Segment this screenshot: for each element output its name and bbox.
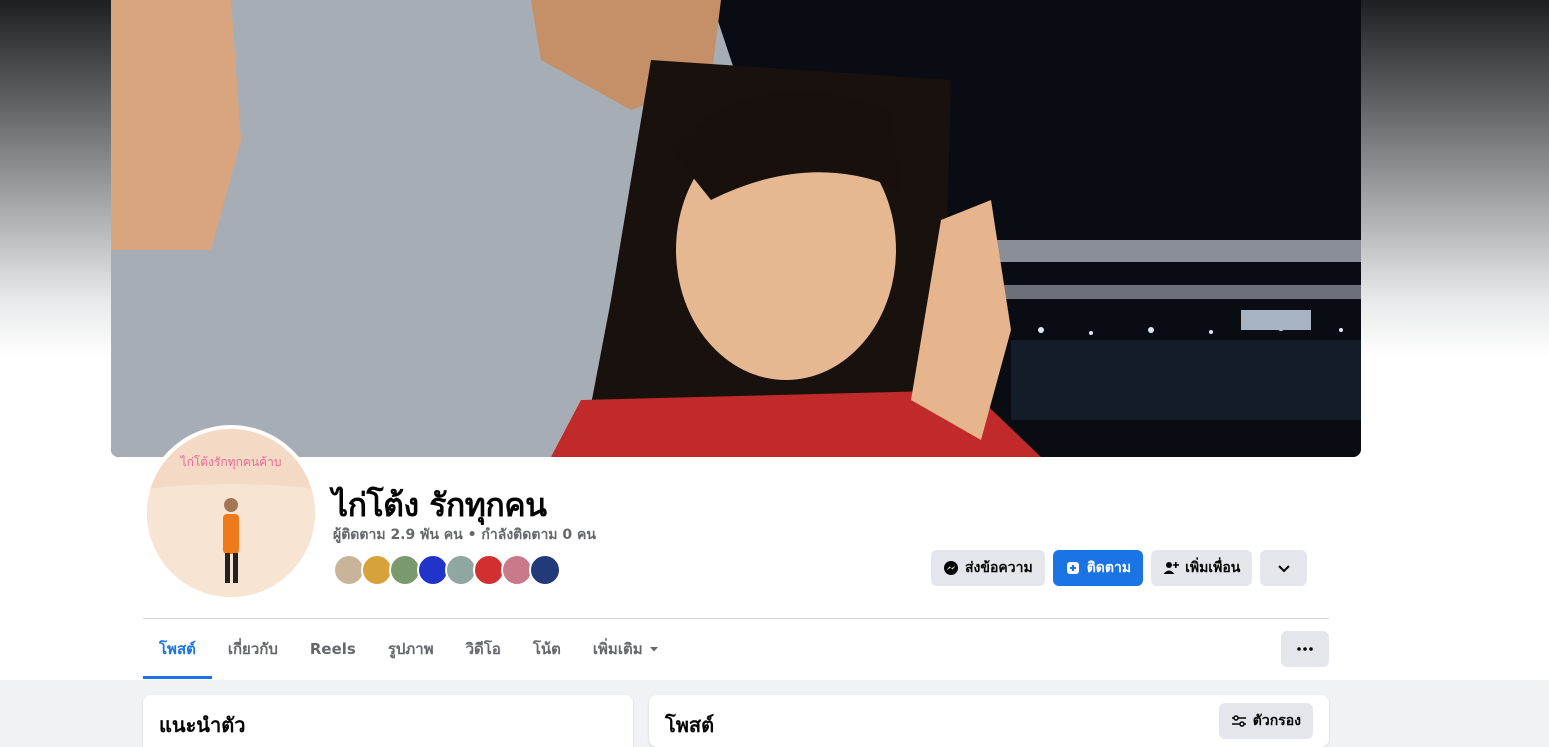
more-actions-button[interactable] (1260, 550, 1308, 586)
profile-picture[interactable]: ไก่โต้งรักทุกคนค้าบ (143, 425, 319, 601)
avatar-caption: ไก่โต้งรักทุกคนค้าบ (180, 455, 282, 469)
tab-label: เกี่ยวกับ (227, 640, 278, 658)
filter-icon (1231, 715, 1246, 727)
profile-tabs: โพสต์ เกี่ยวกับ Reels รูปภาพ วิดีโอ โน้ต… (143, 619, 675, 679)
tab-label: Reels (309, 640, 356, 658)
tab-label: วิดีโอ (465, 640, 501, 658)
tab-more[interactable]: เพิ่มเติม (577, 619, 675, 679)
mutual-friends-row[interactable] (333, 554, 561, 586)
tab-label: รูปภาพ (387, 640, 434, 658)
tab-label: โพสต์ (159, 640, 196, 658)
friend-avatar[interactable] (529, 554, 561, 586)
add-friend-label: เพิ่มเพื่อน (1185, 560, 1241, 576)
follow-button[interactable]: ติดตาม (1052, 550, 1144, 586)
tab-about[interactable]: เกี่ยวกับ (212, 619, 294, 679)
filter-label: ตัวกรอง (1252, 713, 1301, 729)
tab-label: เพิ่มเติม (592, 640, 643, 658)
avatar: ไก่โต้งรักทุกคนค้าบ (147, 429, 315, 597)
tab-reels[interactable]: Reels (294, 619, 372, 679)
cover-photo[interactable] (111, 0, 1361, 457)
tab-label: โน้ต (532, 640, 561, 658)
intro-title: แนะนำตัว (159, 713, 246, 737)
tab-notes[interactable]: โน้ต (517, 619, 577, 679)
add-friend-button[interactable]: เพิ่มเพื่อน (1151, 550, 1253, 586)
message-label: ส่งข้อความ (965, 560, 1033, 576)
message-button[interactable]: ส่งข้อความ (931, 550, 1045, 586)
intro-card: แนะนำตัว (143, 695, 633, 747)
caret-down-icon (649, 647, 658, 652)
tab-photos[interactable]: รูปภาพ (372, 619, 450, 679)
filter-button[interactable]: ตัวกรอง (1218, 703, 1313, 739)
tabs-more-options-button[interactable] (1281, 631, 1329, 667)
follow-label: ติดตาม (1086, 560, 1132, 576)
follower-stats[interactable]: ผู้ติดตาม 2.9 พัน คน • กำลังติดตาม 0 คน (333, 524, 596, 546)
posts-card: โพสต์ ตัวกรอง (649, 695, 1329, 747)
profile-actions: ส่งข้อความ ติดตาม เพิ่มเพื่อน (931, 550, 1308, 586)
chevron-down-icon (1278, 565, 1290, 573)
add-friend-icon (1163, 562, 1180, 574)
posts-title: โพสต์ (665, 713, 715, 737)
follow-icon (1066, 562, 1079, 574)
tab-videos[interactable]: วิดีโอ (450, 619, 517, 679)
messenger-icon (944, 561, 958, 575)
ellipsis-icon (1297, 647, 1313, 651)
tab-posts[interactable]: โพสต์ (143, 619, 212, 679)
